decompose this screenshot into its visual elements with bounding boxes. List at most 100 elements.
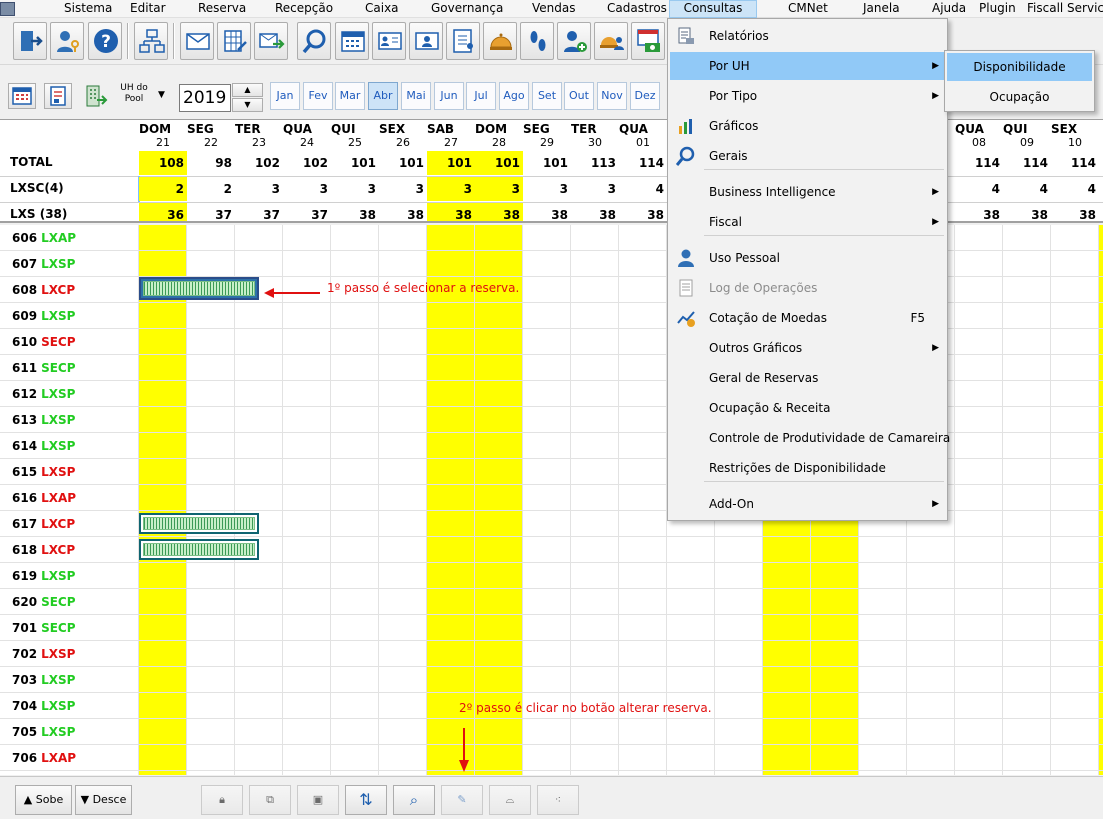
service-button[interactable]: ⌓: [489, 785, 531, 815]
count-total[interactable]: 114: [1003, 151, 1051, 175]
menu-item-ocupacao-receita[interactable]: Ocupação & Receita: [670, 394, 945, 422]
menu-cmnet[interactable]: CMNet: [788, 0, 828, 18]
guest-info-button[interactable]: ▣: [297, 785, 339, 815]
count-lxsc[interactable]: 3: [427, 177, 475, 201]
menu-item-por-uh[interactable]: Por UH ▶: [670, 52, 945, 80]
count-total[interactable]: 101: [475, 151, 523, 175]
search-reservation-button[interactable]: ⌕: [393, 785, 435, 815]
count-total[interactable]: 102: [235, 151, 283, 175]
count-total[interactable]: 101: [427, 151, 475, 175]
footprint-button[interactable]: [520, 22, 554, 60]
month-button-jan[interactable]: Jan: [270, 82, 300, 110]
checkout-button[interactable]: [409, 22, 443, 60]
room-label[interactable]: 702 LXSP: [12, 647, 75, 661]
count-total[interactable]: 114: [1051, 151, 1099, 175]
room-label[interactable]: 703 LXSP: [12, 673, 75, 687]
count-lxs[interactable]: 38: [379, 203, 427, 221]
count-lxsc[interactable]: 3: [475, 177, 523, 201]
help-button[interactable]: ?: [88, 22, 122, 60]
search-button[interactable]: [297, 22, 331, 60]
count-lxs[interactable]: 37: [283, 203, 331, 221]
count-total[interactable]: 102: [283, 151, 331, 175]
count-total[interactable]: 114: [619, 151, 667, 175]
month-button-mar[interactable]: Mar: [335, 82, 365, 110]
menu-item-por-tipo[interactable]: Por Tipo ▶: [670, 82, 945, 110]
menu-item-business-intelligence[interactable]: Business Intelligence ▶: [670, 178, 945, 206]
room-label[interactable]: 618 LXCP: [12, 543, 75, 557]
room-label[interactable]: 615 LXSP: [12, 465, 75, 479]
grid-view-button[interactable]: [8, 83, 36, 109]
count-lxsc[interactable]: 4: [1003, 177, 1051, 201]
count-lxs[interactable]: 37: [187, 203, 235, 221]
checkin-button[interactable]: [372, 22, 406, 60]
count-total[interactable]: 101: [331, 151, 379, 175]
reservation-618[interactable]: [139, 539, 259, 560]
menu-vendas[interactable]: Vendas: [532, 0, 576, 18]
count-lxsc[interactable]: 2: [139, 177, 187, 201]
add-guest-button[interactable]: [557, 22, 591, 60]
count-lxsc[interactable]: 3: [523, 177, 571, 201]
room-label[interactable]: 617 LXCP: [12, 517, 75, 531]
split-button[interactable]: ⧉: [249, 785, 291, 815]
menu-item-graficos[interactable]: Gráficos: [670, 112, 945, 140]
count-total[interactable]: 114: [955, 151, 1003, 175]
count-lxs[interactable]: 38: [331, 203, 379, 221]
room-label[interactable]: 619 LXSP: [12, 569, 75, 583]
menu-recep-o[interactable]: Recepção: [275, 0, 333, 18]
menu-item-uso-pessoal[interactable]: Uso Pessoal: [670, 244, 945, 272]
footprint-button[interactable]: ⁖: [537, 785, 579, 815]
menu-editar[interactable]: Editar: [130, 0, 166, 18]
reservation-608-selected[interactable]: [139, 277, 259, 300]
room-label[interactable]: 611 SECP: [12, 361, 76, 375]
count-lxsc[interactable]: 3: [331, 177, 379, 201]
menu-item-cotacao-de-moedas[interactable]: Cotação de Moedas F5: [670, 304, 945, 332]
count-lxs[interactable]: 38: [523, 203, 571, 221]
count-lxsc[interactable]: 4: [619, 177, 667, 201]
room-label[interactable]: 610 SECP: [12, 335, 76, 349]
count-lxs[interactable]: 38: [1003, 203, 1051, 221]
menu-sistema[interactable]: Sistema: [64, 0, 112, 18]
menu-item-restricoes-de-disponibilidade[interactable]: Restrições de Disponibilidade: [670, 454, 945, 482]
room-label[interactable]: 612 LXSP: [12, 387, 75, 401]
count-lxs[interactable]: 38: [571, 203, 619, 221]
menu-item-relatorios[interactable]: Relatórios: [670, 22, 945, 50]
submenu-item-disponibilidade[interactable]: Disponibilidade: [947, 53, 1092, 81]
year-up-button[interactable]: ▲: [232, 83, 263, 97]
guest-list-button[interactable]: [446, 22, 480, 60]
document-edit-button[interactable]: [217, 22, 251, 60]
count-lxs[interactable]: 37: [235, 203, 283, 221]
uh-pool-dropdown[interactable]: UH do Pool ▼: [84, 82, 174, 112]
room-label[interactable]: 704 LXSP: [12, 699, 75, 713]
menu-plugin[interactable]: Plugin: [979, 0, 1016, 18]
room-label[interactable]: 705 LXSP: [12, 725, 75, 739]
count-lxsc[interactable]: 3: [571, 177, 619, 201]
reservation-617[interactable]: [139, 513, 259, 534]
menu-reserva[interactable]: Reserva: [198, 0, 246, 18]
room-label[interactable]: 613 LXSP: [12, 413, 75, 427]
count-total[interactable]: 113: [571, 151, 619, 175]
alter-reservation-button[interactable]: ✎: [441, 785, 483, 815]
move-up-button[interactable]: ▲ Sobe: [15, 785, 72, 815]
month-button-ago[interactable]: Ago: [499, 82, 529, 110]
housekeeping-button[interactable]: [483, 22, 517, 60]
menu-ajuda[interactable]: Ajuda: [932, 0, 966, 18]
count-lxs[interactable]: 38: [475, 203, 523, 221]
menu-item-fiscal[interactable]: Fiscal ▶: [670, 208, 945, 236]
lock-button[interactable]: 🔒︎: [201, 785, 243, 815]
bellboy-button[interactable]: [594, 22, 628, 60]
billing-button[interactable]: [631, 22, 665, 60]
menu-item-controle-de-produtividade-de-camareira[interactable]: Controle de Produtividade de Camareira: [670, 424, 950, 452]
room-label[interactable]: 706 LXAP: [12, 751, 76, 765]
count-lxsc[interactable]: 3: [379, 177, 427, 201]
month-button-nov[interactable]: Nov: [597, 82, 627, 110]
room-label[interactable]: 608 LXCP: [12, 283, 75, 297]
count-lxs[interactable]: 38: [619, 203, 667, 221]
mail-button[interactable]: [180, 22, 214, 60]
menu-governan-a[interactable]: Governança: [431, 0, 503, 18]
year-input[interactable]: 2019: [179, 84, 231, 112]
user-key-button[interactable]: [50, 22, 84, 60]
room-label[interactable]: 609 LXSP: [12, 309, 75, 323]
menu-consultas[interactable]: Consultas: [669, 0, 757, 18]
exit-button[interactable]: [13, 22, 47, 60]
submenu-item-ocupacao[interactable]: Ocupação: [947, 83, 1092, 111]
